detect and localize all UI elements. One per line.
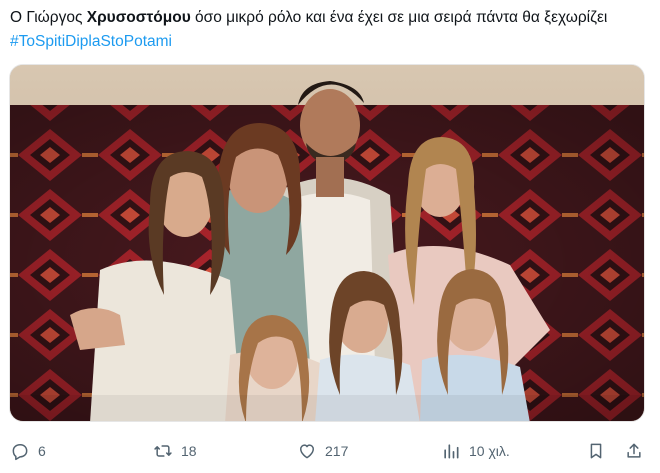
bookmark-icon [586,441,606,461]
tweet-action-bar: 6 18 217 10 χιλ. [0,436,660,466]
like-count: 217 [325,443,349,459]
views-button[interactable]: 10 χιλ. [441,436,510,466]
tweet-photo[interactable] [9,64,645,422]
tweet-text-start: Ο Γιώργος [10,9,87,26]
tweet-text: Ο Γιώργος Χρυσοστόμου όσο μικρό ρόλο και… [10,6,650,54]
family-photo [10,65,644,421]
share-icon [624,441,644,461]
hashtag-link[interactable]: #ToSpitiDiplaStoPotami [10,33,172,50]
reply-button[interactable]: 6 [10,436,46,466]
tweet-text-rest: όσο μικρό ρόλο και ένα έχει σε μια σειρά… [190,9,608,26]
share-button[interactable] [624,436,644,466]
bookmark-button[interactable] [586,436,606,466]
analytics-icon [441,441,461,461]
reply-count: 6 [38,443,46,459]
retweet-icon [153,441,173,461]
heart-icon [297,441,317,461]
reply-icon [10,441,30,461]
like-button[interactable]: 217 [297,436,348,466]
views-count: 10 χιλ. [469,443,510,459]
retweet-button[interactable]: 18 [153,436,197,466]
retweet-count: 18 [181,443,197,459]
mention-name: Χρυσοστόμου [86,9,191,26]
